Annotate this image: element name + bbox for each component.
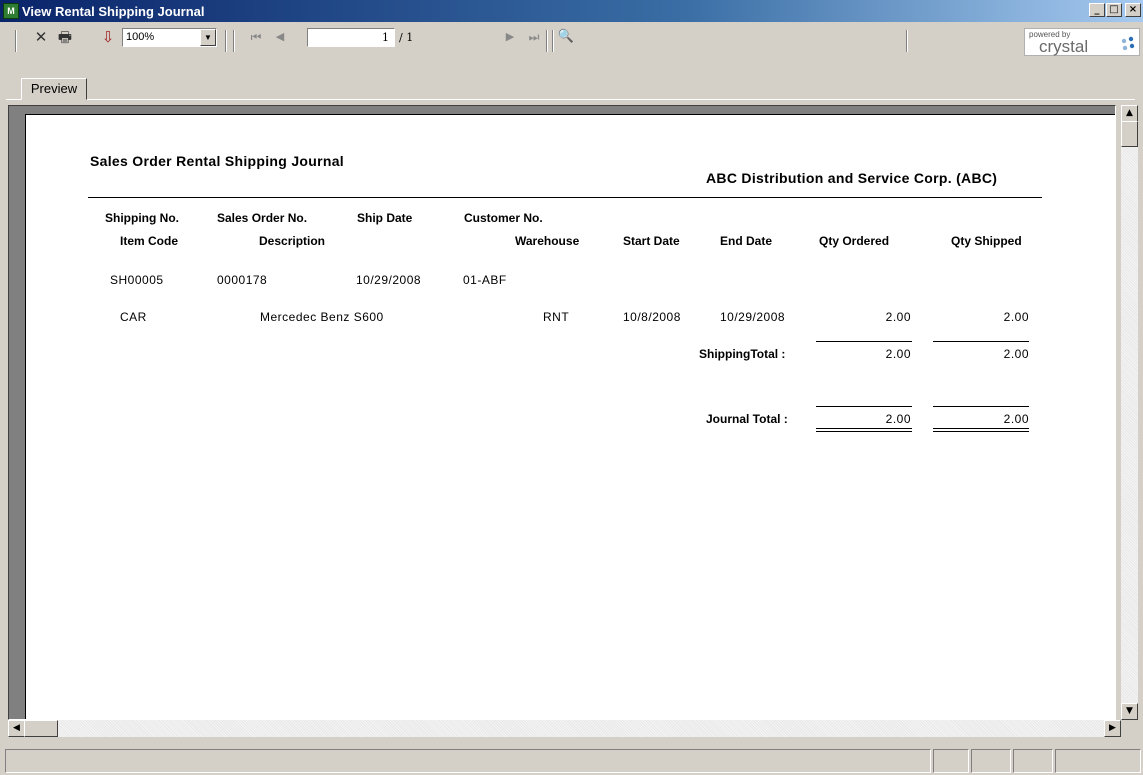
first-page-icon: ⏮	[250, 30, 262, 44]
close-icon: ✕	[34, 28, 48, 46]
scroll-up-icon[interactable]: ▲	[1121, 105, 1138, 122]
header-sales-order-no: Sales Order No.	[217, 211, 308, 225]
header-ship-date: Ship Date	[357, 211, 413, 225]
search-icon: 🔍	[557, 29, 575, 44]
company-name: ABC Distribution and Service Corp. (ABC)	[706, 170, 998, 186]
journal-total-double-rule-shipped	[933, 428, 1029, 429]
shipping-total-qty-ordered: 2.00	[885, 347, 911, 361]
close-report-button[interactable]: ✕	[31, 27, 51, 47]
journal-total-double-rule-ordered-2	[816, 431, 912, 432]
order-customer-no: 01-ABF	[463, 273, 507, 287]
print-button[interactable]: 🖶	[55, 27, 75, 47]
crystal-dots-icon	[1121, 36, 1135, 51]
header-qty-ordered: Qty Ordered	[819, 234, 890, 248]
tab-divider	[6, 99, 1135, 100]
header-description: Description	[259, 234, 326, 248]
journal-total-qty-ordered: 2.00	[885, 412, 911, 426]
scroll-right-icon[interactable]: ▶	[1104, 720, 1121, 737]
header-end-date: End Date	[720, 234, 773, 248]
page-number-input[interactable]: 1	[307, 28, 395, 47]
print-icon: 🖶	[57, 28, 73, 46]
status-panel	[1013, 749, 1053, 773]
maximize-button[interactable]: □	[1106, 3, 1122, 17]
line-qty-shipped: 2.00	[1003, 310, 1029, 324]
journal-total-qty-shipped: 2.00	[1003, 412, 1029, 426]
journal-total-double-rule-shipped-2	[933, 431, 1029, 432]
line-end-date: 10/29/2008	[720, 310, 786, 324]
horizontal-scroll-thumb[interactable]	[24, 720, 58, 737]
journal-total-rule-shipped	[933, 406, 1029, 407]
next-page-icon: ▶	[505, 30, 515, 43]
header-customer-no: Customer No.	[464, 211, 543, 225]
line-warehouse: RNT	[543, 310, 570, 324]
previous-page-button[interactable]: ◀	[270, 27, 290, 47]
report-title: Sales Order Rental Shipping Journal	[90, 153, 344, 169]
shipping-total-rule-shipped	[933, 341, 1029, 342]
app-icon: M	[3, 3, 19, 19]
crystal-logo: powered by crystal	[1024, 28, 1140, 56]
toolbar-separator	[15, 30, 17, 52]
tab-preview[interactable]: Preview	[21, 78, 87, 100]
order-shipping-no: SH00005	[110, 273, 164, 287]
line-qty-ordered: 2.00	[885, 310, 911, 324]
search-button[interactable]: 🔍	[556, 27, 576, 47]
scroll-down-icon[interactable]: ▼	[1121, 703, 1138, 720]
order-sales-order-no: 0000178	[217, 273, 268, 287]
window-title: View Rental Shipping Journal	[22, 4, 205, 19]
export-button[interactable]: ⇩	[98, 27, 118, 47]
journal-total-rule-ordered	[816, 406, 912, 407]
horizontal-scrollbar[interactable]: ◀ ▶	[8, 720, 1121, 737]
logo-word: crystal	[1039, 37, 1089, 56]
total-pages: / 1	[399, 31, 414, 44]
minimize-button[interactable]: _	[1089, 3, 1105, 17]
toolbar-separator	[225, 30, 227, 52]
header-item-code: Item Code	[120, 234, 179, 248]
vertical-scroll-thumb[interactable]	[1121, 121, 1138, 147]
header-qty-shipped: Qty Shipped	[951, 234, 1022, 248]
title-bar: M View Rental Shipping Journal _ □ ×	[0, 0, 1143, 22]
close-window-button[interactable]: ×	[1125, 3, 1141, 17]
next-page-button[interactable]: ▶	[500, 27, 520, 47]
status-panel	[933, 749, 969, 773]
shipping-total-rule-ordered	[816, 341, 912, 342]
vertical-scrollbar[interactable]: ▲ ▼	[1121, 105, 1138, 720]
chevron-down-icon[interactable]: ▼	[200, 29, 216, 46]
shipping-total-label: ShippingTotal :	[699, 347, 786, 361]
journal-total-label: Journal Total :	[706, 412, 788, 426]
last-page-icon: ⏭	[528, 30, 540, 44]
shipping-total-qty-shipped: 2.00	[1003, 347, 1029, 361]
header-warehouse: Warehouse	[515, 234, 580, 248]
toolbar-separator	[906, 30, 908, 52]
line-start-date: 10/8/2008	[623, 310, 681, 324]
report-page: Sales Order Rental Shipping Journal ABC …	[25, 114, 1115, 719]
status-bar	[0, 746, 1143, 775]
current-page: 1	[382, 31, 389, 44]
header-rule	[88, 197, 1042, 198]
first-page-button[interactable]: ⏮	[246, 27, 266, 47]
zoom-select[interactable]: 100% ▼	[122, 28, 217, 47]
export-icon: ⇩	[101, 28, 115, 46]
line-item-code: CAR	[120, 310, 147, 324]
order-ship-date: 10/29/2008	[356, 273, 422, 287]
scroll-corner	[1121, 720, 1138, 737]
report-viewport: Sales Order Rental Shipping Journal ABC …	[8, 105, 1116, 720]
status-panel	[971, 749, 1011, 773]
toolbar-separator	[546, 30, 548, 52]
toolbar-separator	[552, 30, 554, 52]
previous-page-icon: ◀	[275, 30, 285, 43]
journal-total-double-rule-ordered	[816, 428, 912, 429]
line-description: Mercedec Benz S600	[260, 310, 384, 324]
scroll-left-icon[interactable]: ◀	[8, 720, 25, 737]
zoom-value: 100%	[126, 31, 155, 43]
header-start-date: Start Date	[623, 234, 680, 248]
toolbar-separator	[233, 30, 235, 52]
last-page-button[interactable]: ⏭	[524, 27, 544, 47]
status-panel-main	[5, 749, 931, 773]
status-panel	[1055, 749, 1141, 773]
header-shipping-no: Shipping No.	[105, 211, 179, 225]
